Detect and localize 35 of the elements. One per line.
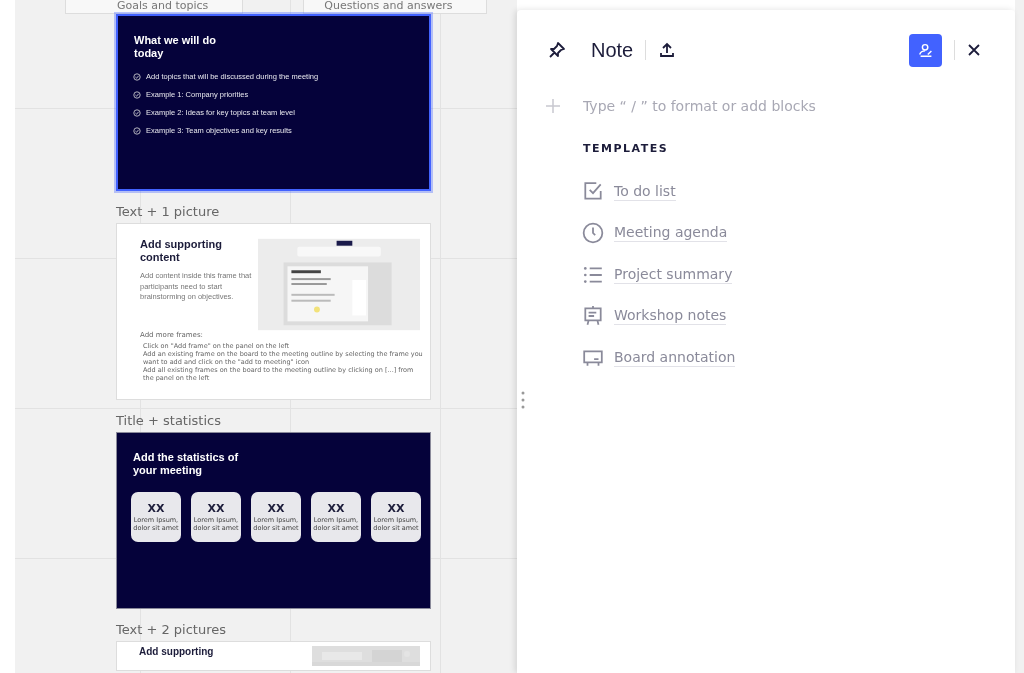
user-edit-icon <box>916 41 935 59</box>
easel-icon <box>582 305 604 328</box>
template-link[interactable]: Meeting agenda <box>614 224 728 243</box>
assign-button[interactable] <box>909 33 942 67</box>
close-icon[interactable] <box>967 43 981 57</box>
stat-value: XX <box>207 502 225 515</box>
template-link[interactable]: Workshop notes <box>614 307 727 326</box>
check-circle-icon <box>133 72 141 81</box>
frame-title-tab[interactable]: Questions and answers <box>303 0 488 14</box>
templates-heading: TEMPLATES <box>583 142 670 155</box>
slide-frame[interactable]: Add supporting <box>116 641 431 671</box>
pin-icon[interactable] <box>547 40 567 60</box>
frame-label[interactable]: Text + 1 picture <box>116 204 431 220</box>
slide-title: Add supporting content <box>140 238 223 264</box>
frame-title-tab[interactable]: Goals and topics <box>65 0 244 14</box>
stat-value: XX <box>327 502 345 515</box>
frame-label[interactable]: Text + 2 pictures <box>116 622 431 638</box>
slide-title: What we will do today <box>134 34 217 60</box>
slide-title: Add the statistics of your meeting <box>133 451 240 477</box>
clock-icon <box>582 222 604 245</box>
template-link[interactable]: Board annotation <box>614 348 736 367</box>
note-title: Note <box>591 38 634 62</box>
stat-value: XX <box>387 502 405 515</box>
template-link[interactable]: Project summary <box>614 265 733 284</box>
stat-value: XX <box>147 502 165 515</box>
check-circle-icon <box>133 90 141 99</box>
slide-title: Add supporting <box>139 646 214 659</box>
check-circle-icon <box>133 126 141 135</box>
drag-handle-icon[interactable] <box>521 391 525 409</box>
upload-icon[interactable] <box>658 41 677 59</box>
frame-label[interactable]: Title + statistics <box>116 413 431 429</box>
check-circle-icon <box>133 108 141 117</box>
stat-value: XX <box>267 502 285 515</box>
slide-frame[interactable] <box>116 223 431 400</box>
template-link[interactable]: To do list <box>614 182 676 201</box>
